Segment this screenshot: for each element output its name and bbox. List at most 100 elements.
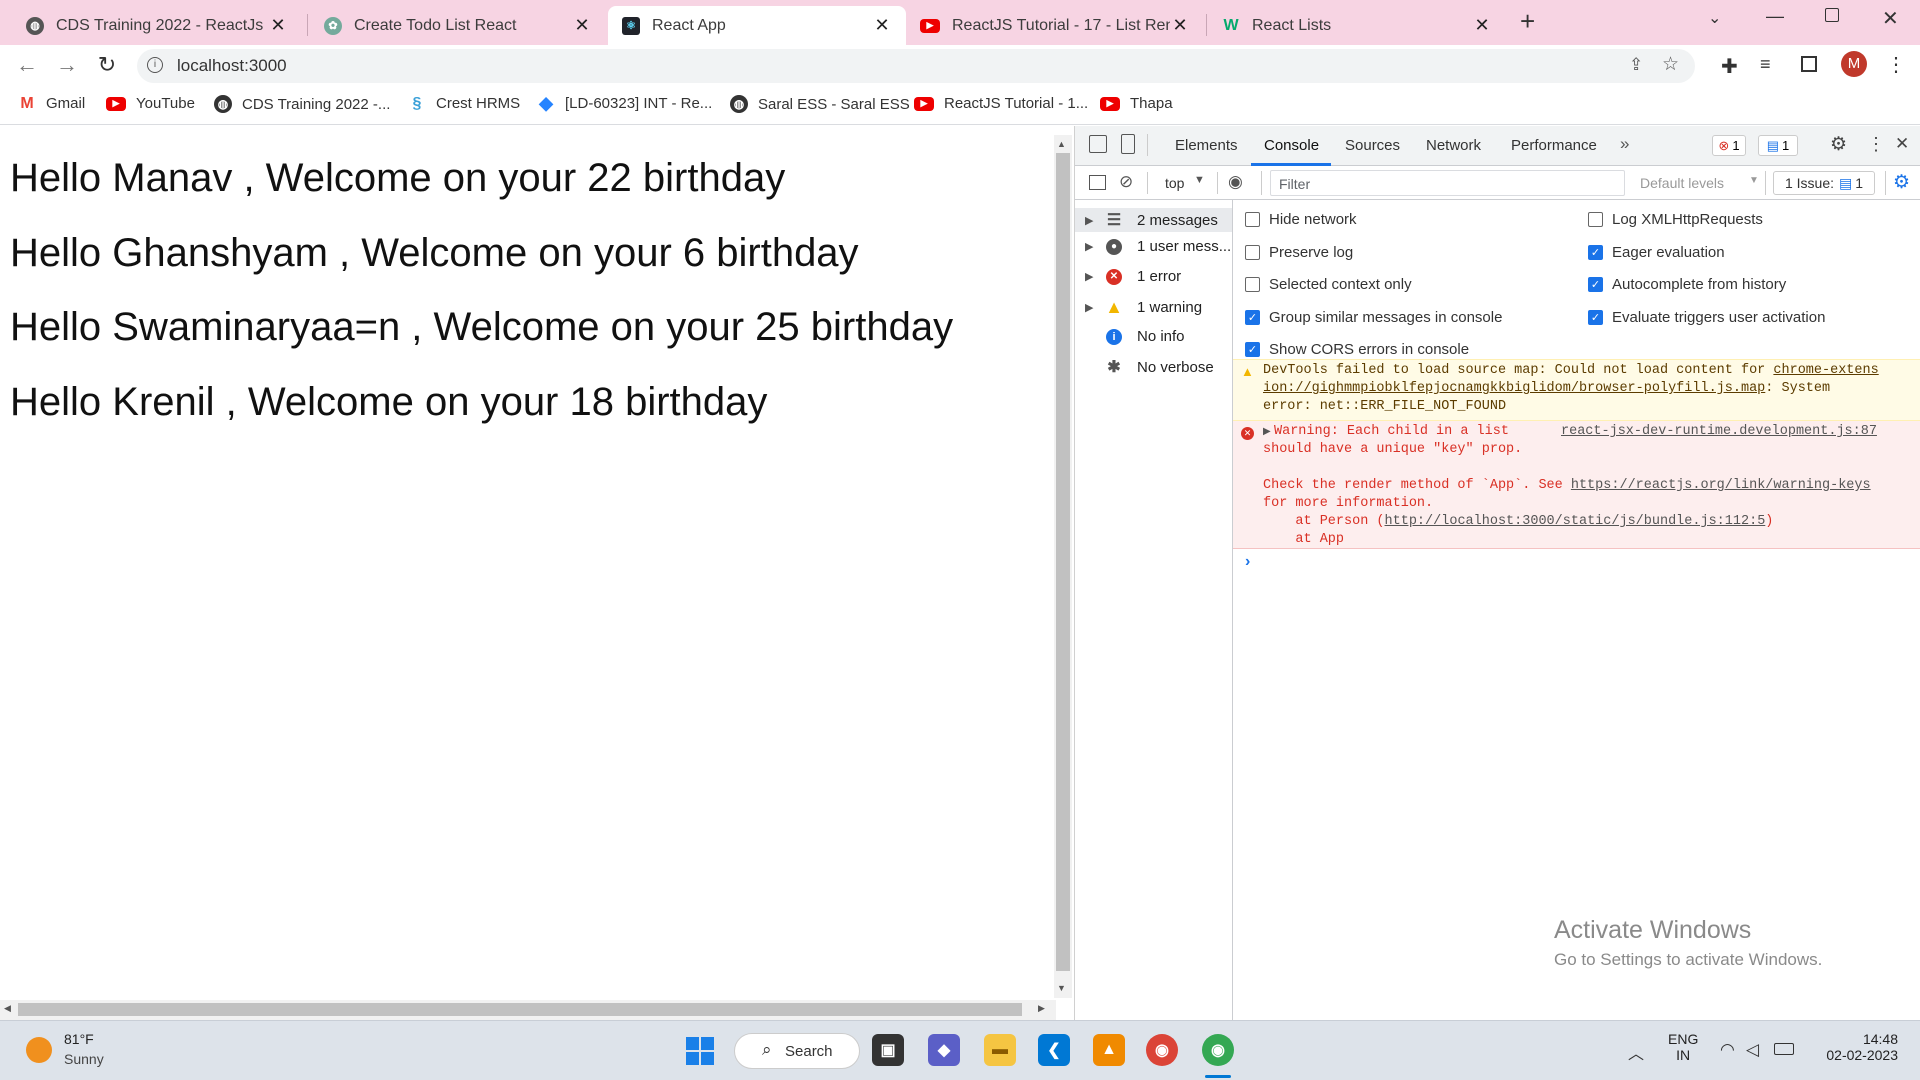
warning-link[interactable]: chrome-extens xyxy=(1773,363,1878,378)
extensions-icon[interactable]: ✚ xyxy=(1721,54,1738,79)
tab-cds-training[interactable]: ◍ CDS Training 2022 - ReactJs ✕ xyxy=(12,6,302,45)
new-tab-button[interactable]: + xyxy=(1520,6,1535,37)
checkbox[interactable] xyxy=(1588,212,1603,227)
back-button[interactable]: ← xyxy=(14,52,40,78)
warning-link[interactable]: ion://gighmmpiobklfepjocnamgkkbiglidom/b… xyxy=(1263,381,1765,396)
tab-create-todo[interactable]: ✿ Create Todo List React ✕ xyxy=(310,6,606,45)
close-icon[interactable]: ✕ xyxy=(268,15,288,36)
vertical-scrollbar[interactable]: ▲ ▼ xyxy=(1054,135,1072,998)
close-icon[interactable]: ✕ xyxy=(872,15,892,36)
minimize-button[interactable]: — xyxy=(1766,6,1784,27)
option-preserve-log[interactable]: Preserve log xyxy=(1245,244,1353,261)
chrome-icon[interactable]: ◉ xyxy=(1146,1034,1178,1066)
tab-react-app[interactable]: ⚛ React App ✕ xyxy=(608,6,906,45)
scroll-left-arrow[interactable]: ◀ xyxy=(4,1003,11,1014)
checkbox[interactable]: ✓ xyxy=(1245,310,1260,325)
address-bar[interactable]: i localhost:3000 ⇪ ☆ xyxy=(137,49,1695,83)
scroll-down-arrow[interactable]: ▼ xyxy=(1057,983,1066,993)
filter-input[interactable]: Filter xyxy=(1270,170,1625,196)
checkbox[interactable]: ✓ xyxy=(1588,310,1603,325)
scroll-right-arrow[interactable]: ▶ xyxy=(1038,1003,1045,1014)
option-group-similar[interactable]: ✓ Group similar messages in console xyxy=(1245,309,1502,326)
sidebar-item-verbose[interactable]: ✱ No verbose xyxy=(1085,358,1213,377)
error-source-link[interactable]: react-jsx-dev-runtime.development.js:87 xyxy=(1561,423,1877,441)
sidebar-item-errors[interactable]: ▶ ✕ 1 error xyxy=(1085,268,1181,285)
menu-icon[interactable]: ⋮ xyxy=(1886,52,1906,77)
more-tabs-icon[interactable]: » xyxy=(1620,134,1629,154)
sidebar-item-warnings[interactable]: ▶ ▲ 1 warning xyxy=(1085,297,1202,317)
tab-sources[interactable]: Sources xyxy=(1345,137,1400,154)
weather-desc[interactable]: Sunny xyxy=(64,1051,104,1067)
option-show-cors[interactable]: ✓ Show CORS errors in console xyxy=(1245,341,1469,358)
scroll-up-arrow[interactable]: ▲ xyxy=(1057,139,1066,149)
close-icon[interactable]: ✕ xyxy=(1170,15,1190,36)
checkbox[interactable]: ✓ xyxy=(1588,245,1603,260)
option-log-xhr[interactable]: Log XMLHttpRequests xyxy=(1588,211,1763,228)
checkbox[interactable] xyxy=(1245,277,1260,292)
bookmark-saral-ess[interactable]: ◍ Saral ESS - Saral ESS xyxy=(730,95,910,113)
forward-button[interactable]: → xyxy=(54,52,80,78)
tab-network[interactable]: Network xyxy=(1426,137,1481,154)
devtools-menu-icon[interactable]: ⋮ xyxy=(1867,134,1885,155)
issues-button[interactable]: 1 Issue: ▤ 1 xyxy=(1773,171,1875,195)
option-eager-evaluation[interactable]: ✓ Eager evaluation xyxy=(1588,244,1725,261)
close-window-button[interactable]: ✕ xyxy=(1882,6,1899,31)
tab-elements[interactable]: Elements xyxy=(1175,137,1238,154)
bookmark-cds-training[interactable]: ◍ CDS Training 2022 -... xyxy=(214,95,390,113)
task-view-icon[interactable]: ▣ xyxy=(872,1034,904,1066)
bookmark-thapa[interactable]: ▶ Thapa xyxy=(1100,95,1173,112)
site-info-icon[interactable]: i xyxy=(147,57,163,73)
settings-gear-icon[interactable]: ⚙ xyxy=(1830,133,1847,156)
message-counter[interactable]: ▤ 1 xyxy=(1758,135,1798,156)
console-settings-icon[interactable]: ⚙ xyxy=(1893,171,1910,194)
device-toolbar-icon[interactable] xyxy=(1121,134,1135,154)
clear-console-icon[interactable]: ⊘ xyxy=(1119,172,1133,192)
checkbox[interactable]: ✓ xyxy=(1245,342,1260,357)
context-select[interactable]: top xyxy=(1165,175,1184,191)
chevron-up-icon[interactable]: ︿ xyxy=(1628,1040,1644,1064)
bookmark-gmail[interactable]: M Gmail xyxy=(18,95,85,113)
sidebar-item-messages[interactable]: ▶ ☰ 2 messages xyxy=(1075,208,1232,232)
option-evaluate-triggers[interactable]: ✓ Evaluate triggers user activation xyxy=(1588,309,1825,326)
bookmark-jira[interactable]: ◆ [LD-60323] INT - Re... xyxy=(537,93,712,113)
log-levels-select[interactable]: Default levels xyxy=(1640,175,1724,191)
inspect-element-icon[interactable] xyxy=(1089,135,1107,153)
checkbox[interactable]: ✓ xyxy=(1588,277,1603,292)
clock[interactable]: 14:48 02-02-2023 xyxy=(1818,1031,1898,1063)
sidebar-item-user-messages[interactable]: ▶ ● 1 user mess... xyxy=(1085,238,1231,255)
option-hide-network[interactable]: Hide network xyxy=(1245,211,1357,228)
error-docs-link[interactable]: https://reactjs.org/link/warning-keys xyxy=(1571,478,1871,493)
share-icon[interactable]: ⇪ xyxy=(1629,55,1643,75)
console-prompt[interactable]: › xyxy=(1245,553,1250,571)
error-bundle-link[interactable]: http://localhost:3000/static/js/bundle.j… xyxy=(1385,514,1766,529)
option-autocomplete[interactable]: ✓ Autocomplete from history xyxy=(1588,276,1786,293)
teams-chat-icon[interactable]: ◆ xyxy=(928,1034,960,1066)
profile-avatar[interactable]: M xyxy=(1841,51,1867,77)
sun-weather-icon[interactable] xyxy=(26,1037,52,1063)
vscode-icon[interactable]: ❮ xyxy=(1038,1034,1070,1066)
tab-reactjs-tutorial[interactable]: ▶ ReactJS Tutorial - 17 - List Rende ✕ xyxy=(906,6,1204,45)
bookmark-reactjs-tutorial[interactable]: ▶ ReactJS Tutorial - 1... xyxy=(914,95,1088,112)
close-icon[interactable]: ✕ xyxy=(572,15,592,36)
checkbox[interactable] xyxy=(1245,245,1260,260)
reload-button[interactable]: ↻ xyxy=(94,52,120,78)
bookmark-crest-hrms[interactable]: § Crest HRMS xyxy=(408,95,521,113)
bookmark-youtube[interactable]: ▶ YouTube xyxy=(106,95,195,112)
vlc-icon[interactable]: ▲ xyxy=(1093,1034,1125,1066)
language-indicator[interactable]: ENG IN xyxy=(1668,1031,1698,1063)
battery-icon[interactable] xyxy=(1774,1043,1794,1055)
tab-search-button[interactable]: ⌄ xyxy=(1708,8,1721,28)
restore-button[interactable] xyxy=(1825,8,1839,22)
option-selected-context[interactable]: Selected context only xyxy=(1245,276,1412,293)
checkbox[interactable] xyxy=(1245,212,1260,227)
expand-arrow-icon[interactable]: ▶ xyxy=(1263,426,1271,437)
side-panel-icon[interactable] xyxy=(1801,56,1817,72)
sidebar-toggle-icon[interactable] xyxy=(1089,175,1106,190)
weather-temp[interactable]: 81°F xyxy=(64,1031,94,1047)
chrome-profile-icon[interactable]: ◉ xyxy=(1202,1034,1234,1066)
tab-performance[interactable]: Performance xyxy=(1511,137,1597,154)
horizontal-scrollbar[interactable]: ◀ ▶ xyxy=(0,1000,1056,1020)
error-counter[interactable]: ⊗ 1 xyxy=(1712,135,1746,156)
close-icon[interactable]: ✕ xyxy=(1472,15,1492,36)
close-devtools-icon[interactable]: ✕ xyxy=(1895,134,1909,154)
